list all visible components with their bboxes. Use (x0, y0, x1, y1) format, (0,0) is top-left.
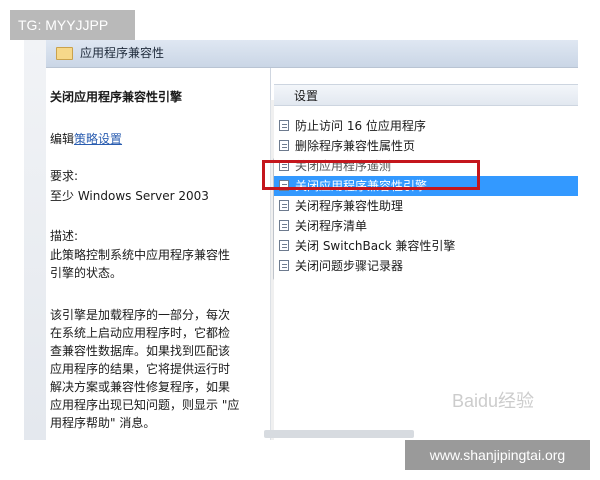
edit-policy-link[interactable]: 策略设置 (74, 132, 122, 146)
navigation-pane-edge (24, 40, 47, 440)
horizontal-scrollbar[interactable] (264, 430, 414, 438)
policy-setting-icon (279, 260, 289, 271)
policy-setting-icon (279, 200, 289, 211)
policy-setting-icon (279, 240, 289, 251)
footer-url-label: www.shanjipingtai.org (405, 440, 590, 470)
settings-column-label: 设置 (294, 89, 319, 103)
folder-title: 应用程序兼容性 (80, 46, 165, 60)
setting-label: 防止访问 16 位应用程序 (295, 119, 426, 133)
setting-label: 删除程序兼容性属性页 (295, 139, 416, 153)
tag-label: TG: MYYJJPP (10, 10, 135, 40)
setting-row-steps-recorder[interactable]: 关闭问题步骤记录器 (274, 256, 578, 276)
settings-list: 防止访问 16 位应用程序 删除程序兼容性属性页 关闭应用程序遥测 关闭应用程序… (274, 116, 578, 276)
edit-policy-line: 编辑策略设置 (50, 130, 122, 147)
description-title: 关闭应用程序兼容性引擎 (50, 90, 183, 104)
policy-setting-icon (279, 140, 289, 151)
policy-setting-icon (279, 220, 289, 231)
setting-row-inventory[interactable]: 关闭程序清单 (274, 216, 578, 236)
folder-icon (56, 47, 73, 60)
setting-label: 关闭 SwitchBack 兼容性引擎 (295, 239, 456, 253)
setting-row-switchback[interactable]: 关闭 SwitchBack 兼容性引擎 (274, 236, 578, 256)
group-policy-window: 应用程序兼容性 关闭应用程序兼容性引擎 编辑策略设置 要求: 至少 Window… (24, 40, 578, 440)
requirements-label: 要求: (50, 169, 79, 183)
description-paragraph-1: 此策略控制系统中应用程序兼容性引擎的状态。 (50, 248, 231, 280)
settings-pane: 设置 防止访问 16 位应用程序 删除程序兼容性属性页 关闭应用程序遥测 关闭应… (274, 68, 578, 440)
description-paragraph-2: 该引擎是加载程序的一部分，每次在系统上启动应用程序时，它都检查兼容性数据库。如果… (50, 308, 240, 430)
baidu-watermark: Baidu经验 (452, 391, 535, 411)
setting-row-remove-compat-page[interactable]: 删除程序兼容性属性页 (274, 136, 578, 156)
edit-prefix: 编辑 (50, 132, 75, 146)
requirements-value: 至少 Windows Server 2003 (50, 189, 209, 203)
setting-label: 关闭程序清单 (295, 219, 368, 233)
description-pane: 关闭应用程序兼容性引擎 编辑策略设置 要求: 至少 Windows Server… (46, 68, 285, 440)
setting-label: 关闭问题步骤记录器 (295, 259, 404, 273)
description-label: 描述: (50, 229, 79, 243)
setting-row-prevent-16bit[interactable]: 防止访问 16 位应用程序 (274, 116, 578, 136)
setting-row-compat-assistant[interactable]: 关闭程序兼容性助理 (274, 196, 578, 216)
setting-label: 关闭程序兼容性助理 (295, 199, 404, 213)
settings-column-header[interactable]: 设置 (274, 84, 578, 106)
highlight-box (262, 160, 480, 190)
policy-setting-icon (279, 120, 289, 131)
folder-header: 应用程序兼容性 (46, 40, 578, 68)
